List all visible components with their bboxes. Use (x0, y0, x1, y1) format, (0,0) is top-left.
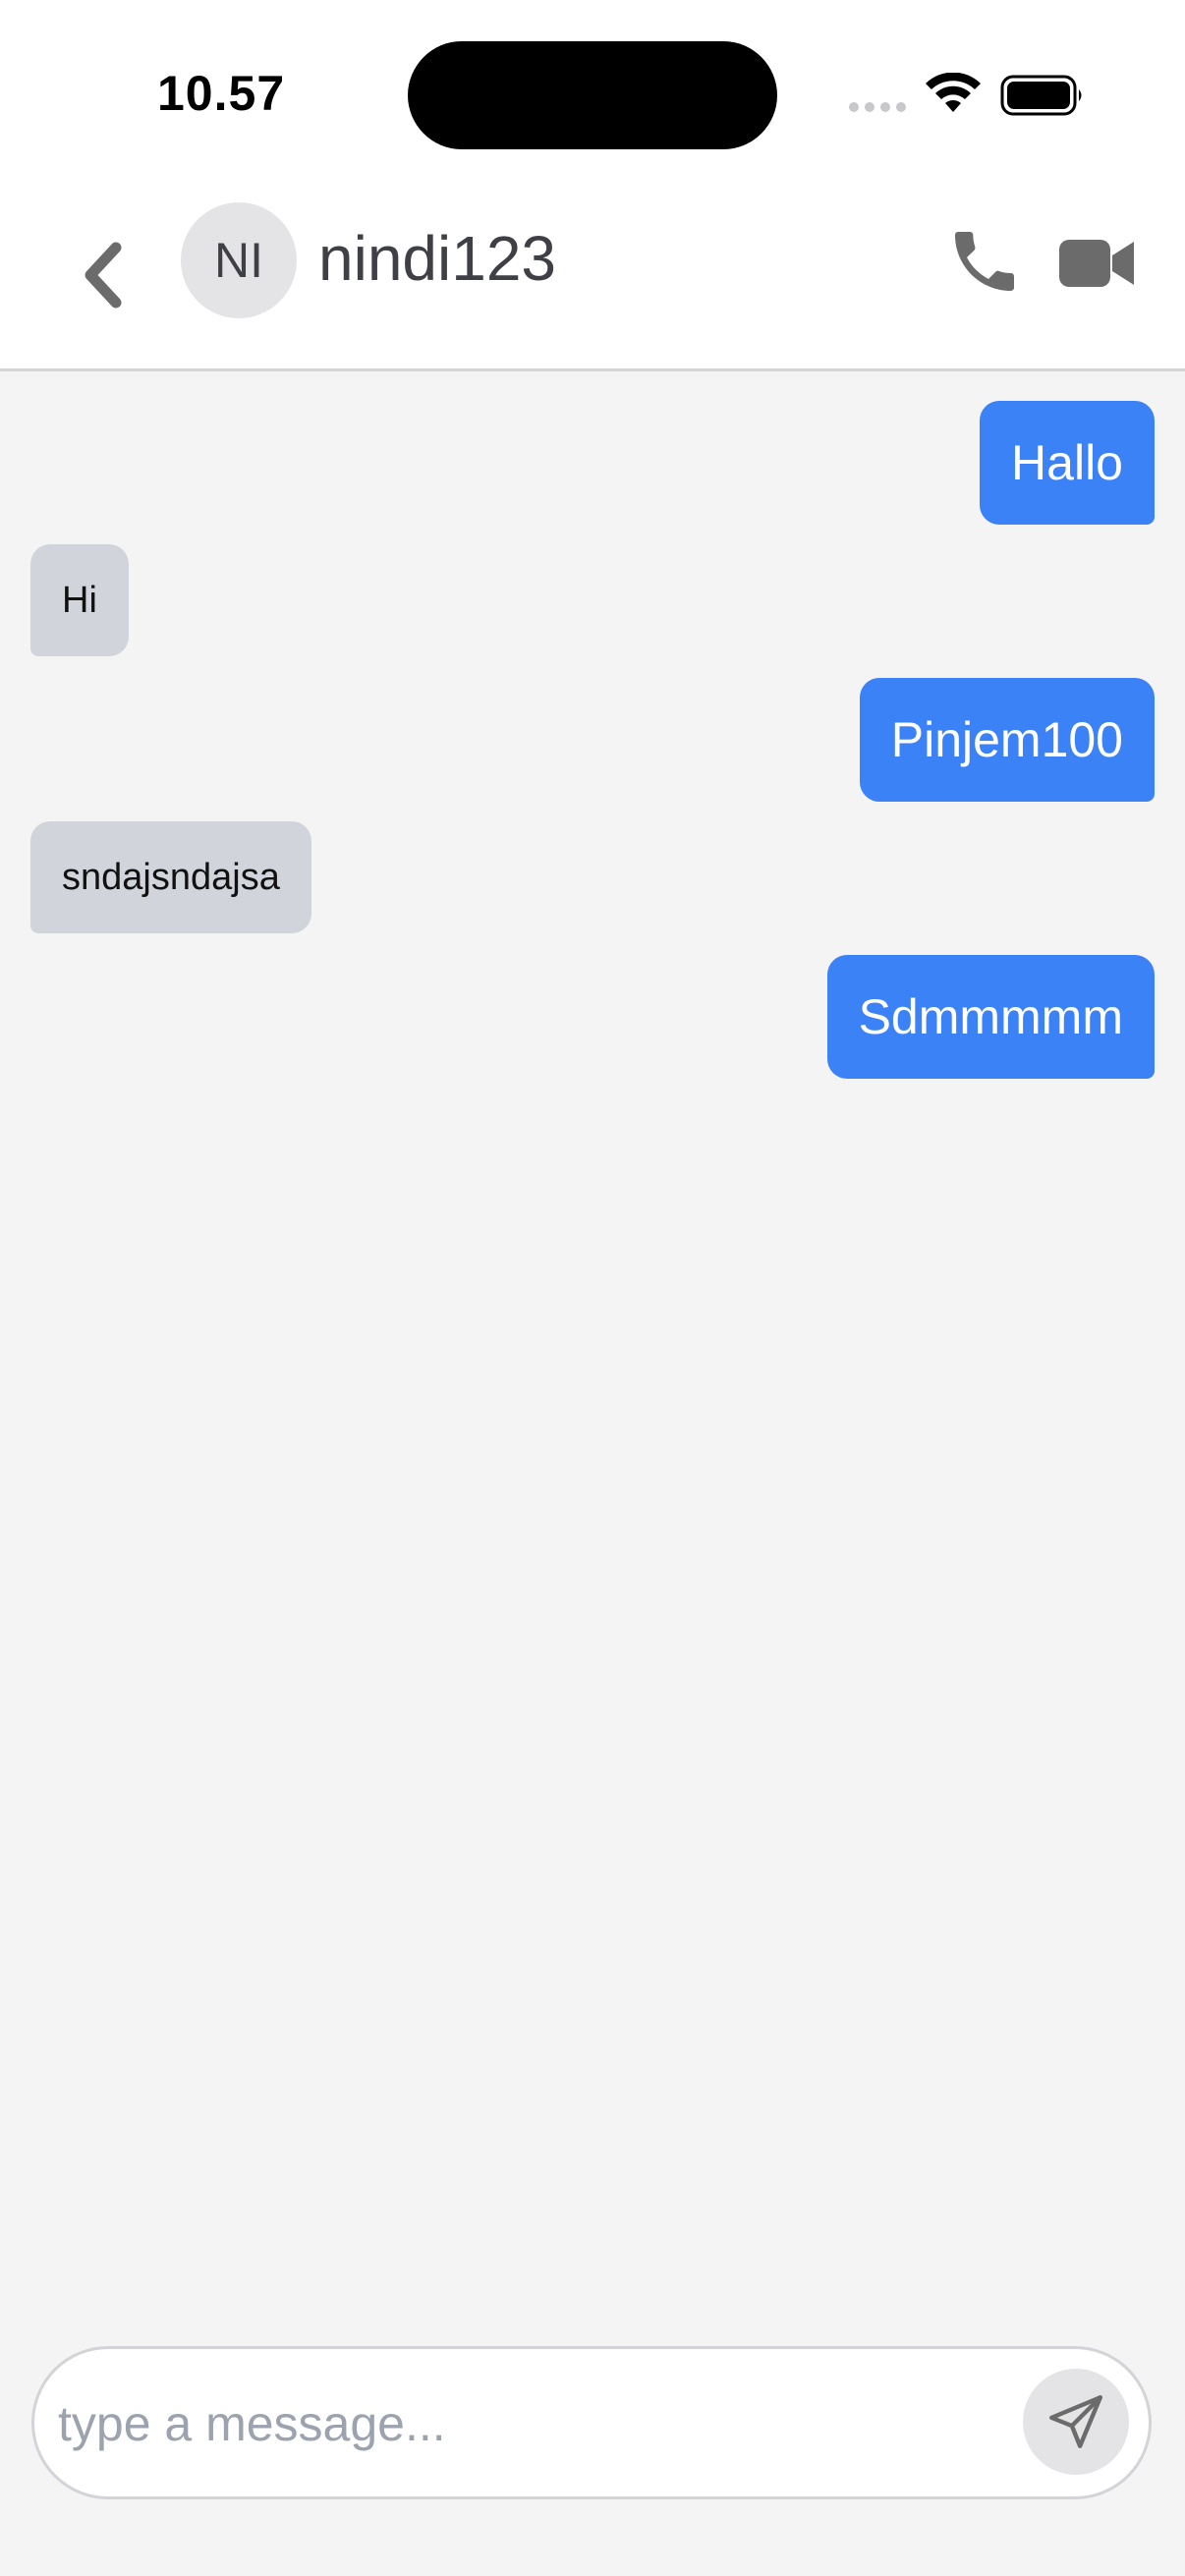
back-chevron-icon[interactable] (69, 226, 138, 324)
message-composer (31, 2346, 1152, 2499)
sent-message-bubble[interactable]: Hallo (980, 401, 1155, 525)
phone-icon[interactable] (945, 222, 1024, 301)
wifi-icon (926, 73, 981, 112)
video-camera-icon[interactable] (1057, 232, 1136, 295)
sent-message-bubble[interactable]: Sdmmmmm (826, 955, 1155, 1079)
status-bar: 10.57 (0, 0, 1185, 177)
send-icon (1049, 2395, 1102, 2448)
avatar[interactable]: NI (181, 202, 297, 318)
message-input[interactable] (56, 2369, 1003, 2479)
contact-name[interactable]: nindi123 (318, 222, 556, 295)
sent-message-bubble[interactable]: Pinjem100 (859, 678, 1155, 802)
dynamic-island (408, 41, 777, 149)
battery-icon (1000, 75, 1082, 116)
send-button[interactable] (1023, 2369, 1129, 2475)
cellular-signal-icon (849, 102, 906, 112)
received-message-bubble[interactable]: sndajsndajsa (30, 821, 311, 933)
received-message-bubble[interactable]: Hi (30, 544, 129, 656)
chat-header: NI nindi123 (0, 177, 1185, 371)
status-time: 10.57 (157, 66, 286, 121)
